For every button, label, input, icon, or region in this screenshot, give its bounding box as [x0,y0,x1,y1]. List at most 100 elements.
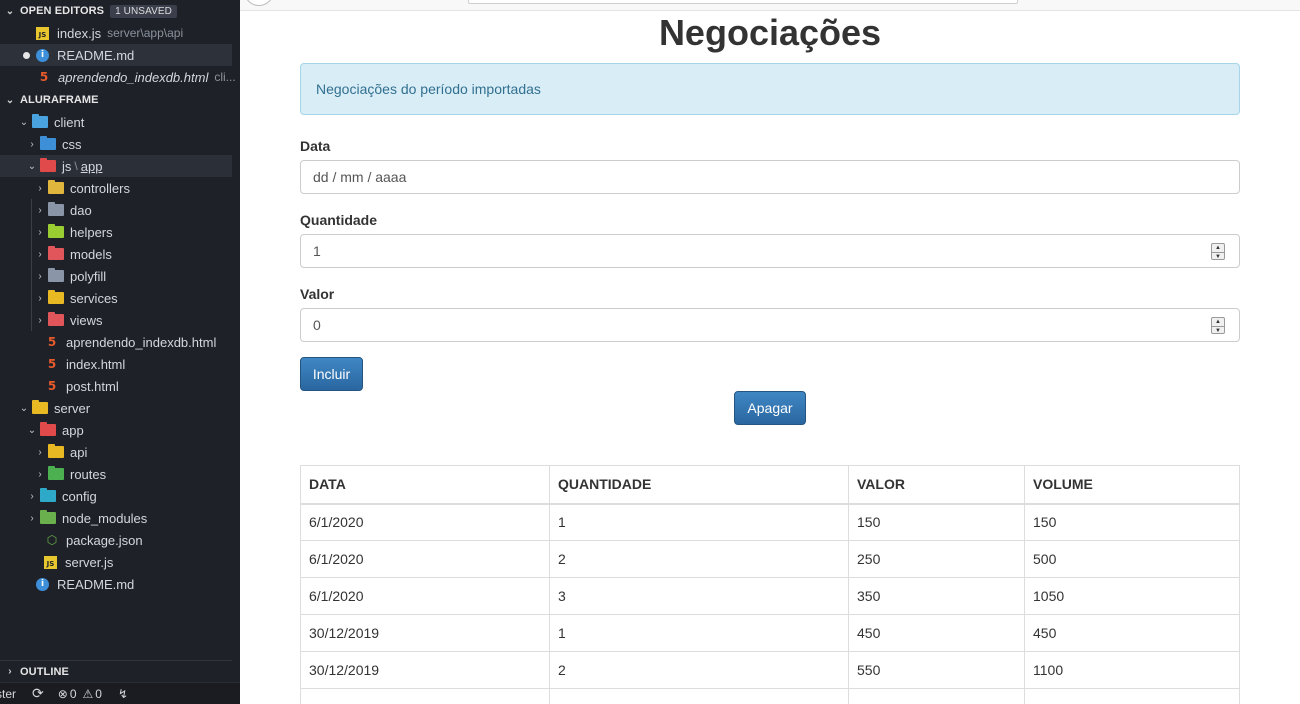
spin-up-icon[interactable]: ▲ [1212,244,1224,253]
data-input[interactable]: dd / mm / aaaa [300,160,1240,194]
error-icon[interactable]: ⊗ [58,687,68,701]
tree-folder-server-app[interactable]: ⌄ app [0,419,232,441]
info-file-icon: i [36,48,49,62]
cell-volume: 500 [1024,540,1240,578]
spin-up-icon[interactable]: ▲ [1212,318,1224,327]
table-row: 30/12/2019 2 550 1100 [300,651,1240,689]
tree-label: dao [70,202,92,218]
tree-folder-server[interactable]: ⌄ server [0,397,232,419]
warning-icon[interactable]: ⚠ [83,687,94,701]
folder-icon [48,268,64,282]
chevron-right-icon: › [30,138,34,150]
open-editor-readme[interactable]: i README.md [0,44,232,66]
cell-valor: 150 [848,503,1025,541]
tree-folder-js-app[interactable]: ⌄ js \ app [0,155,232,177]
number-spinner[interactable]: ▲ ▼ [1211,317,1225,334]
tree-file-index-html[interactable]: 5 index.html [0,353,232,375]
tree-file-post-html[interactable]: 5 post.html [0,375,232,397]
cell-valor: 350 [848,577,1025,615]
tree-label: routes [70,466,107,482]
chevron-right-icon: › [38,314,42,326]
branch-name[interactable]: ster [0,687,16,701]
tree-folder-api[interactable]: › api [0,441,232,463]
open-editor-label: README.md [57,47,135,63]
cell-volume: 1100 [1024,651,1240,689]
tree-folder-routes[interactable]: › routes [0,463,232,485]
open-editor-aprendendo[interactable]: 5 aprendendo_indexdb.html cli... [0,66,236,88]
app-folder-icon [40,422,56,436]
browser-toolbar [240,0,1300,11]
open-editor-label: index.js [57,25,102,41]
folder-icon [48,202,64,216]
tree-label: node_modules [62,510,148,526]
html-file-icon: 5 [47,335,57,349]
tree-folder-client[interactable]: ⌄ client [0,111,232,133]
helpers-folder-icon [48,224,64,238]
indent-guide [31,199,32,331]
cell-valor [848,688,1025,704]
tree-label: api [70,444,88,460]
open-editors-title: OPEN EDITORS [20,5,105,17]
css-folder-icon [40,136,56,150]
page-title: Negociações [658,12,882,53]
cell-data: 30/12/2019 [300,614,550,652]
cell-volume: 450 [1024,614,1240,652]
open-editor-index-js[interactable]: JS index.js server\app\api [0,22,232,44]
js-file-icon: JS [36,26,49,40]
incluir-button[interactable]: Incluir [300,357,363,391]
lightning-icon[interactable]: ↯ [118,687,128,701]
tree-label: views [70,312,103,328]
cell-quantidade: 1 [549,503,849,541]
browser-nav-button[interactable] [244,0,274,6]
table-row: 30/12/2019 1 450 450 [300,614,1240,652]
project-header[interactable]: ⌄ ALURAFRAME [0,89,232,111]
open-editors-header[interactable]: ⌄ OPEN EDITORS 1 UNSAVED [0,0,232,22]
outline-header[interactable]: › OUTLINE [0,660,232,682]
apagar-button[interactable]: Apagar [734,391,806,425]
quantidade-input[interactable]: 1 ▲ ▼ [300,234,1240,268]
js-file-icon: JS [44,555,57,569]
tree-folder-config[interactable]: › config [0,485,232,507]
cell-data: 6/1/2020 [300,540,550,578]
tree-folder-controllers[interactable]: › controllers [0,177,232,199]
table-row: 6/1/2020 3 350 1050 [300,577,1240,615]
tree-folder-dao[interactable]: › dao [0,199,232,221]
chevron-right-icon: › [38,226,42,238]
tree-folder-helpers[interactable]: › helpers [0,221,232,243]
tree-file-server-js[interactable]: JS server.js [0,551,232,573]
tree-folder-models[interactable]: › models [0,243,232,265]
table-row: 6/1/2020 1 150 150 [300,503,1240,541]
number-spinner[interactable]: ▲ ▼ [1211,243,1225,260]
cell-valor: 450 [848,614,1025,652]
tree-folder-polyfill[interactable]: › polyfill [0,265,232,287]
warning-count: 0 [95,686,102,701]
tree-file-readme[interactable]: i README.md [0,573,232,595]
tree-label: server.js [65,554,114,570]
valor-input[interactable]: 0 ▲ ▼ [300,308,1240,342]
cell-data: 30/12/2019 [300,651,550,689]
tree-label: post.html [66,378,119,394]
chevron-right-icon: › [38,446,42,458]
table-row: 6/1/2020 2 250 500 [300,540,1240,578]
tree-file-aprendendo[interactable]: 5 aprendendo_indexdb.html [0,331,232,353]
tree-folder-node-modules[interactable]: › node_modules [0,507,232,529]
tree-folder-css[interactable]: › css [0,133,232,155]
tree-folder-views[interactable]: › views [0,309,232,331]
spin-down-icon[interactable]: ▼ [1212,327,1224,335]
nodejs-file-icon: ⬡ [46,533,58,547]
address-bar[interactable] [468,0,1018,4]
quantidade-value: 1 [313,243,321,259]
tree-file-package-json[interactable]: ⬡ package.json [0,529,232,551]
tree-folder-services[interactable]: › services [0,287,232,309]
chevron-right-icon: › [38,248,42,260]
column-header: VOLUME [1024,465,1240,505]
table-row [300,688,1240,704]
sync-icon[interactable]: ⟳ [32,685,44,702]
spin-down-icon[interactable]: ▼ [1212,253,1224,261]
chevron-down-icon: ⌄ [5,5,15,17]
info-alert: Negociações do período importadas [300,63,1240,115]
client-folder-icon [32,114,48,128]
unsaved-badge: 1 UNSAVED [110,4,177,18]
column-header: DATA [300,465,550,505]
tree-label: config [62,488,97,504]
